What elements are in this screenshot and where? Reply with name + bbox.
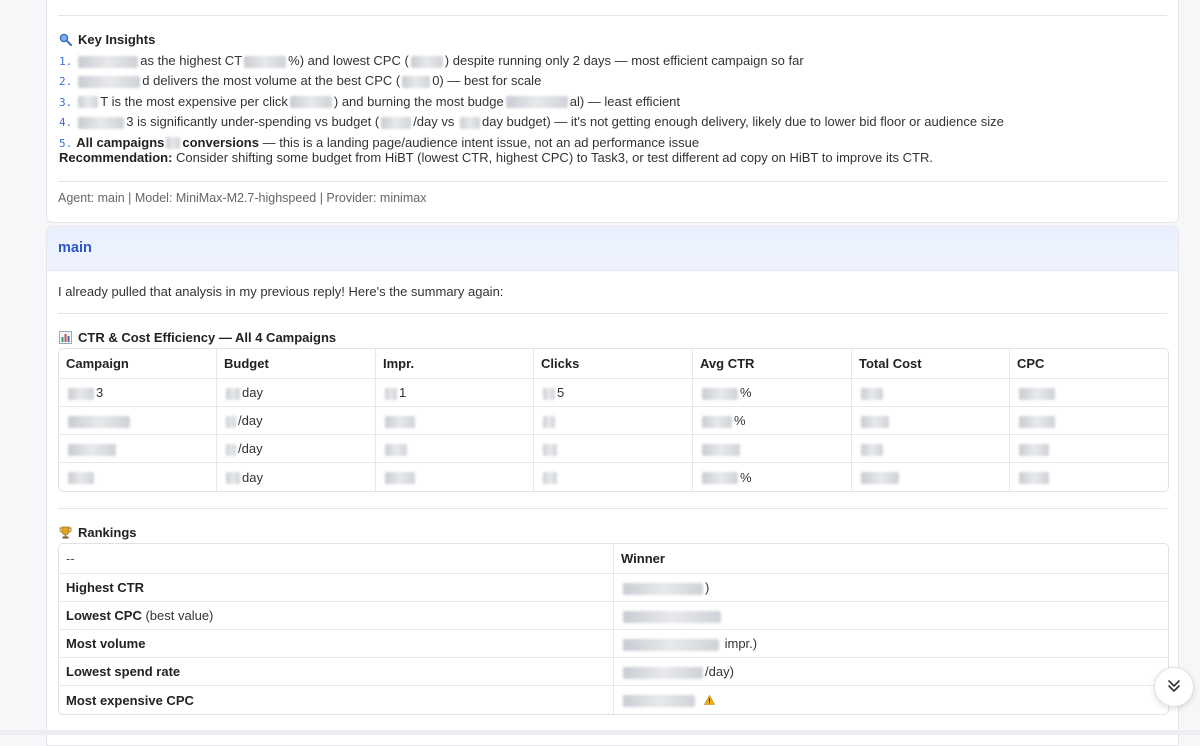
table-row: /day: [59, 435, 1168, 463]
divider: [58, 313, 1167, 314]
rankings-table: -- Winner Highest CTR ) Lowest CPC (best…: [58, 543, 1169, 715]
table-row: /day %: [59, 407, 1168, 435]
ctr-efficiency-table: Campaign Budget Impr. Clicks Avg CTR Tot…: [58, 348, 1169, 492]
table-row: Most expensive CPC: [59, 686, 1168, 714]
trophy-icon: [59, 526, 72, 539]
insight-item: 4. 3 is significantly under-spending vs b…: [59, 114, 1004, 130]
assistant-message-card: main I already pulled that analysis in m…: [46, 226, 1179, 746]
recommendation: Recommendation: Consider shifting some b…: [59, 150, 933, 165]
insight-item: 1. as the highest CT%) and lowest CPC () …: [59, 53, 804, 68]
table-row: day %: [59, 463, 1168, 491]
agent-name: main: [58, 240, 92, 256]
divider: [58, 181, 1167, 182]
bar-chart-icon: [59, 331, 72, 344]
divider: [58, 15, 1167, 16]
key-insights-heading: Key Insights: [59, 32, 155, 47]
magnifier-icon: [59, 33, 72, 46]
table-row: Lowest spend rate /day): [59, 658, 1168, 686]
composer-edge: [0, 730, 1200, 735]
divider: [58, 508, 1167, 509]
insight-item: 2. d delivers the most volume at the best…: [59, 73, 542, 89]
double-chevron-down-icon: [1166, 678, 1182, 697]
table-row: 3 day 1 5 %: [59, 379, 1168, 407]
table-header-row: Campaign Budget Impr. Clicks Avg CTR Tot…: [59, 349, 1168, 379]
insight-item: 3. T is the most expensive per click) and…: [59, 93, 681, 109]
ctr-section-heading: CTR & Cost Efficiency — All 4 Campaigns: [59, 330, 336, 345]
message-intro: I already pulled that analysis in my pre…: [58, 284, 504, 299]
rankings-heading: Rankings: [59, 525, 137, 540]
table-row: Most volume impr.): [59, 630, 1168, 658]
table-header-row: -- Winner: [59, 544, 1168, 574]
message-header: main: [47, 227, 1178, 271]
scroll-to-bottom-button[interactable]: [1154, 667, 1194, 707]
previous-message-card: Key Insights 1. as the highest CT%) and l…: [46, 0, 1179, 223]
warning-icon: [703, 693, 715, 708]
insights-list: 1. as the highest CT%) and lowest CPC () …: [59, 51, 1004, 153]
message-meta: Agent: main | Model: MiniMax-M2.7-highsp…: [58, 191, 427, 205]
table-row: Lowest CPC (best value): [59, 602, 1168, 630]
table-row: Highest CTR ): [59, 574, 1168, 602]
